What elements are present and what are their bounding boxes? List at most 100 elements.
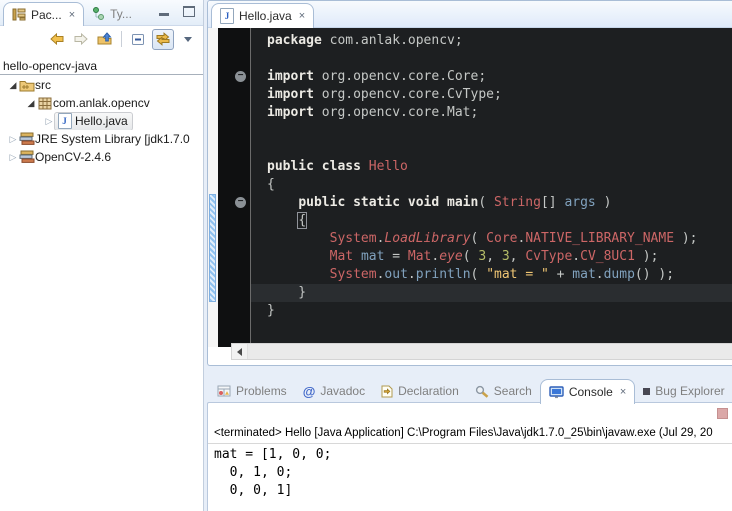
collapsed-arrow-icon[interactable]: ▷ bbox=[44, 116, 54, 126]
code-line-current[interactable]: } bbox=[251, 284, 732, 302]
code-editor[interactable]: package com.anlak.opencv; import org.open… bbox=[251, 28, 732, 347]
code-token: mat bbox=[572, 267, 595, 282]
project-tree: hello-opencv-java ◢src◢com.anlak.opencv▷… bbox=[0, 52, 203, 166]
code-line[interactable]: System.out.println( "mat = " + mat.dump(… bbox=[267, 266, 732, 284]
tab-label: Search bbox=[494, 384, 532, 398]
code-line[interactable] bbox=[267, 50, 732, 68]
java-file-icon: J bbox=[56, 113, 73, 129]
link-with-editor-button[interactable] bbox=[152, 29, 174, 50]
forward-button[interactable] bbox=[71, 30, 91, 49]
tab-hello-java[interactable]: JHello.java× bbox=[211, 3, 314, 28]
close-icon[interactable]: × bbox=[620, 386, 626, 398]
console-status-line: <terminated> Hello [Java Application] C:… bbox=[214, 427, 732, 439]
code-line[interactable]: import org.opencv.core.Core; bbox=[267, 68, 732, 86]
expanded-arrow-icon[interactable]: ◢ bbox=[26, 98, 36, 108]
fold-collapse-icon[interactable]: − bbox=[235, 197, 246, 208]
tab-problems[interactable]: Problems bbox=[209, 379, 295, 403]
tab-declaration[interactable]: Declaration bbox=[373, 379, 467, 403]
code-token: org.opencv.core.Mat; bbox=[314, 105, 478, 120]
tree-item-hello-java[interactable]: ▷JHello.java bbox=[0, 112, 203, 130]
close-icon[interactable]: × bbox=[69, 9, 75, 21]
code-line[interactable]: { bbox=[267, 212, 732, 230]
problems-icon bbox=[217, 385, 231, 397]
tab-pac[interactable]: Pac... × bbox=[3, 2, 84, 26]
code-token: import bbox=[267, 105, 314, 120]
code-token: ( bbox=[471, 267, 487, 282]
code-token: package bbox=[267, 33, 322, 48]
console-toolbar bbox=[717, 408, 728, 419]
code-token: out bbox=[384, 267, 407, 282]
code-token: + bbox=[549, 267, 572, 282]
code-token: public class bbox=[267, 159, 369, 174]
collapsed-arrow-icon[interactable]: ▷ bbox=[8, 134, 18, 144]
code-line[interactable]: Mat mat = Mat.eye( 3, 3, CvType.CV_8UC1 … bbox=[267, 248, 732, 266]
tab-label: Pac... bbox=[31, 8, 62, 22]
code-line[interactable] bbox=[267, 140, 732, 158]
range-indicator-ruler[interactable] bbox=[208, 28, 218, 347]
code-token bbox=[267, 249, 330, 264]
tree-item-com-anlak-opencv[interactable]: ◢ com.anlak.opencv bbox=[0, 94, 203, 112]
scrollbar-thumb[interactable] bbox=[248, 344, 732, 359]
code-line[interactable]: package com.anlak.opencv; bbox=[267, 32, 732, 50]
tree-item-src[interactable]: ◢src bbox=[0, 76, 203, 94]
tab-javadoc[interactable]: @Javadoc bbox=[295, 379, 373, 403]
collapse-all-button[interactable] bbox=[128, 30, 148, 49]
code-token: Hello bbox=[369, 159, 408, 174]
library-icon bbox=[18, 149, 35, 165]
javadoc-icon: @ bbox=[303, 385, 316, 398]
code-line[interactable]: System.LoadLibrary( Core.NATIVE_LIBRARY_… bbox=[267, 230, 732, 248]
tree-item-label: com.anlak.opencv bbox=[53, 96, 150, 110]
code-line[interactable]: import org.opencv.core.CvType; bbox=[267, 86, 732, 104]
code-line[interactable]: public static void main( String[] args ) bbox=[267, 194, 732, 212]
editor-horizontal-scrollbar[interactable] bbox=[231, 343, 732, 360]
code-token: 3 bbox=[478, 249, 486, 264]
selected-tree-item[interactable]: JHello.java bbox=[54, 112, 133, 130]
scroll-left-arrow-icon[interactable] bbox=[232, 344, 248, 359]
code-token: String bbox=[494, 195, 541, 210]
close-icon[interactable]: × bbox=[299, 10, 305, 22]
code-token: org.opencv.core.Core; bbox=[314, 69, 486, 84]
minimize-icon[interactable] bbox=[159, 7, 169, 16]
code-line[interactable]: } bbox=[267, 302, 732, 320]
back-button[interactable] bbox=[47, 30, 67, 49]
console-icon bbox=[549, 386, 564, 399]
annotation-gutter[interactable]: −− bbox=[218, 28, 251, 347]
project-label: hello-opencv-java bbox=[3, 59, 97, 73]
code-token: . bbox=[572, 249, 580, 264]
tree-item-jre-system-library-jdk1-7-0[interactable]: ▷JRE System Library [jdk1.7.0 bbox=[0, 130, 203, 148]
up-icon bbox=[97, 32, 113, 46]
tab-ty[interactable]: Ty... bbox=[84, 2, 140, 25]
code-token: } bbox=[267, 285, 306, 300]
view-menu-button[interactable] bbox=[178, 30, 198, 49]
code-line[interactable] bbox=[267, 122, 732, 140]
tab-console[interactable]: Console× bbox=[540, 379, 635, 404]
up-button[interactable] bbox=[95, 30, 115, 49]
code-token: eye bbox=[439, 249, 462, 264]
tree-item-project[interactable]: hello-opencv-java bbox=[0, 57, 203, 75]
code-token: CvType bbox=[525, 249, 572, 264]
maximize-icon[interactable] bbox=[183, 6, 195, 17]
tree-item-opencv-2-4-6[interactable]: ▷OpenCV-2.4.6 bbox=[0, 148, 203, 166]
tab-search[interactable]: Search bbox=[467, 379, 540, 403]
code-line[interactable]: import org.opencv.core.Mat; bbox=[267, 104, 732, 122]
terminate-icon[interactable] bbox=[717, 408, 728, 419]
forward-icon bbox=[73, 33, 89, 45]
code-line[interactable]: { bbox=[267, 176, 732, 194]
code-token: ) bbox=[596, 195, 612, 210]
package-explorer-toolbar bbox=[0, 26, 203, 52]
expanded-arrow-icon[interactable]: ◢ bbox=[8, 80, 18, 90]
code-line[interactable]: public class Hello bbox=[267, 158, 732, 176]
search-icon bbox=[475, 385, 489, 398]
code-token: { bbox=[267, 177, 275, 192]
tab-bug-explorer[interactable]: Bug Explorer bbox=[635, 379, 732, 403]
code-token: println bbox=[416, 267, 471, 282]
code-token: System bbox=[330, 267, 377, 282]
code-token: "mat = " bbox=[486, 267, 549, 282]
code-token: NATIVE_LIBRARY_NAME bbox=[525, 231, 674, 246]
fold-collapse-icon[interactable]: − bbox=[235, 71, 246, 82]
chevron-down-icon bbox=[184, 37, 192, 42]
code-token bbox=[267, 267, 330, 282]
collapsed-arrow-icon[interactable]: ▷ bbox=[8, 152, 18, 162]
method-range-indicator bbox=[209, 194, 216, 302]
console-output[interactable]: mat = [1, 0, 0; 0, 1, 0; 0, 0, 1] bbox=[214, 446, 732, 500]
